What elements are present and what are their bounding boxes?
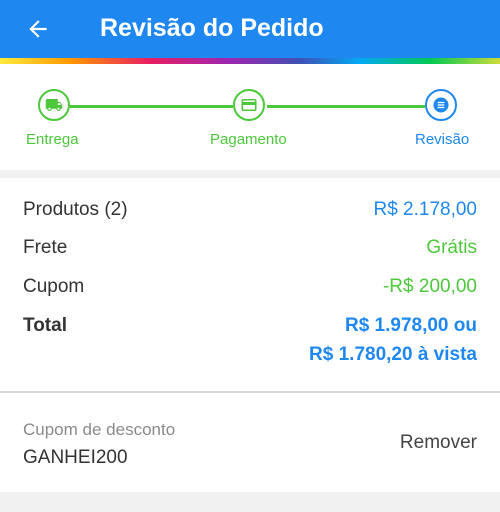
- step-payment[interactable]: [233, 89, 265, 121]
- coupon-field-label: Cupom de desconto: [23, 420, 176, 439]
- truck-icon: [45, 99, 63, 111]
- step-review[interactable]: [425, 89, 457, 121]
- coupon-discount-value: -R$ 200,00: [382, 276, 477, 297]
- step-delivery[interactable]: [38, 89, 70, 121]
- back-button[interactable]: [20, 11, 56, 47]
- total-label: Total: [23, 315, 67, 336]
- step-connector-1: [70, 105, 233, 108]
- page-title: Revisão do Pedido: [100, 14, 324, 42]
- app-bar: Revisão do Pedido: [0, 0, 500, 58]
- shipping-label: Frete: [23, 237, 68, 258]
- arrow-left-icon: [29, 20, 47, 38]
- coupon-code: GANHEI200: [23, 447, 128, 468]
- coupon-discount-label: Cupom: [23, 276, 85, 297]
- step-label-delivery: Entrega: [26, 131, 79, 148]
- total-value-line1: R$ 1.978,00 ou: [344, 315, 477, 336]
- step-label-review: Revisão: [415, 131, 470, 148]
- credit-card-icon: [241, 99, 257, 111]
- total-value-line2: R$ 1.780,20 à vista: [309, 344, 477, 365]
- remove-coupon-button[interactable]: Remover: [400, 431, 477, 455]
- step-label-payment: Pagamento: [210, 131, 287, 148]
- order-summary: Produtos (2) R$ 2.178,00 Frete Grátis Cu…: [0, 178, 500, 391]
- coupon-section: Cupom de desconto GANHEI200 Remover: [0, 393, 500, 492]
- products-value: R$ 2.178,00: [373, 199, 477, 220]
- products-label: Produtos (2): [23, 199, 128, 220]
- step-connector-2: [267, 105, 425, 108]
- shipping-value: Grátis: [426, 237, 477, 258]
- list-icon: [433, 97, 449, 113]
